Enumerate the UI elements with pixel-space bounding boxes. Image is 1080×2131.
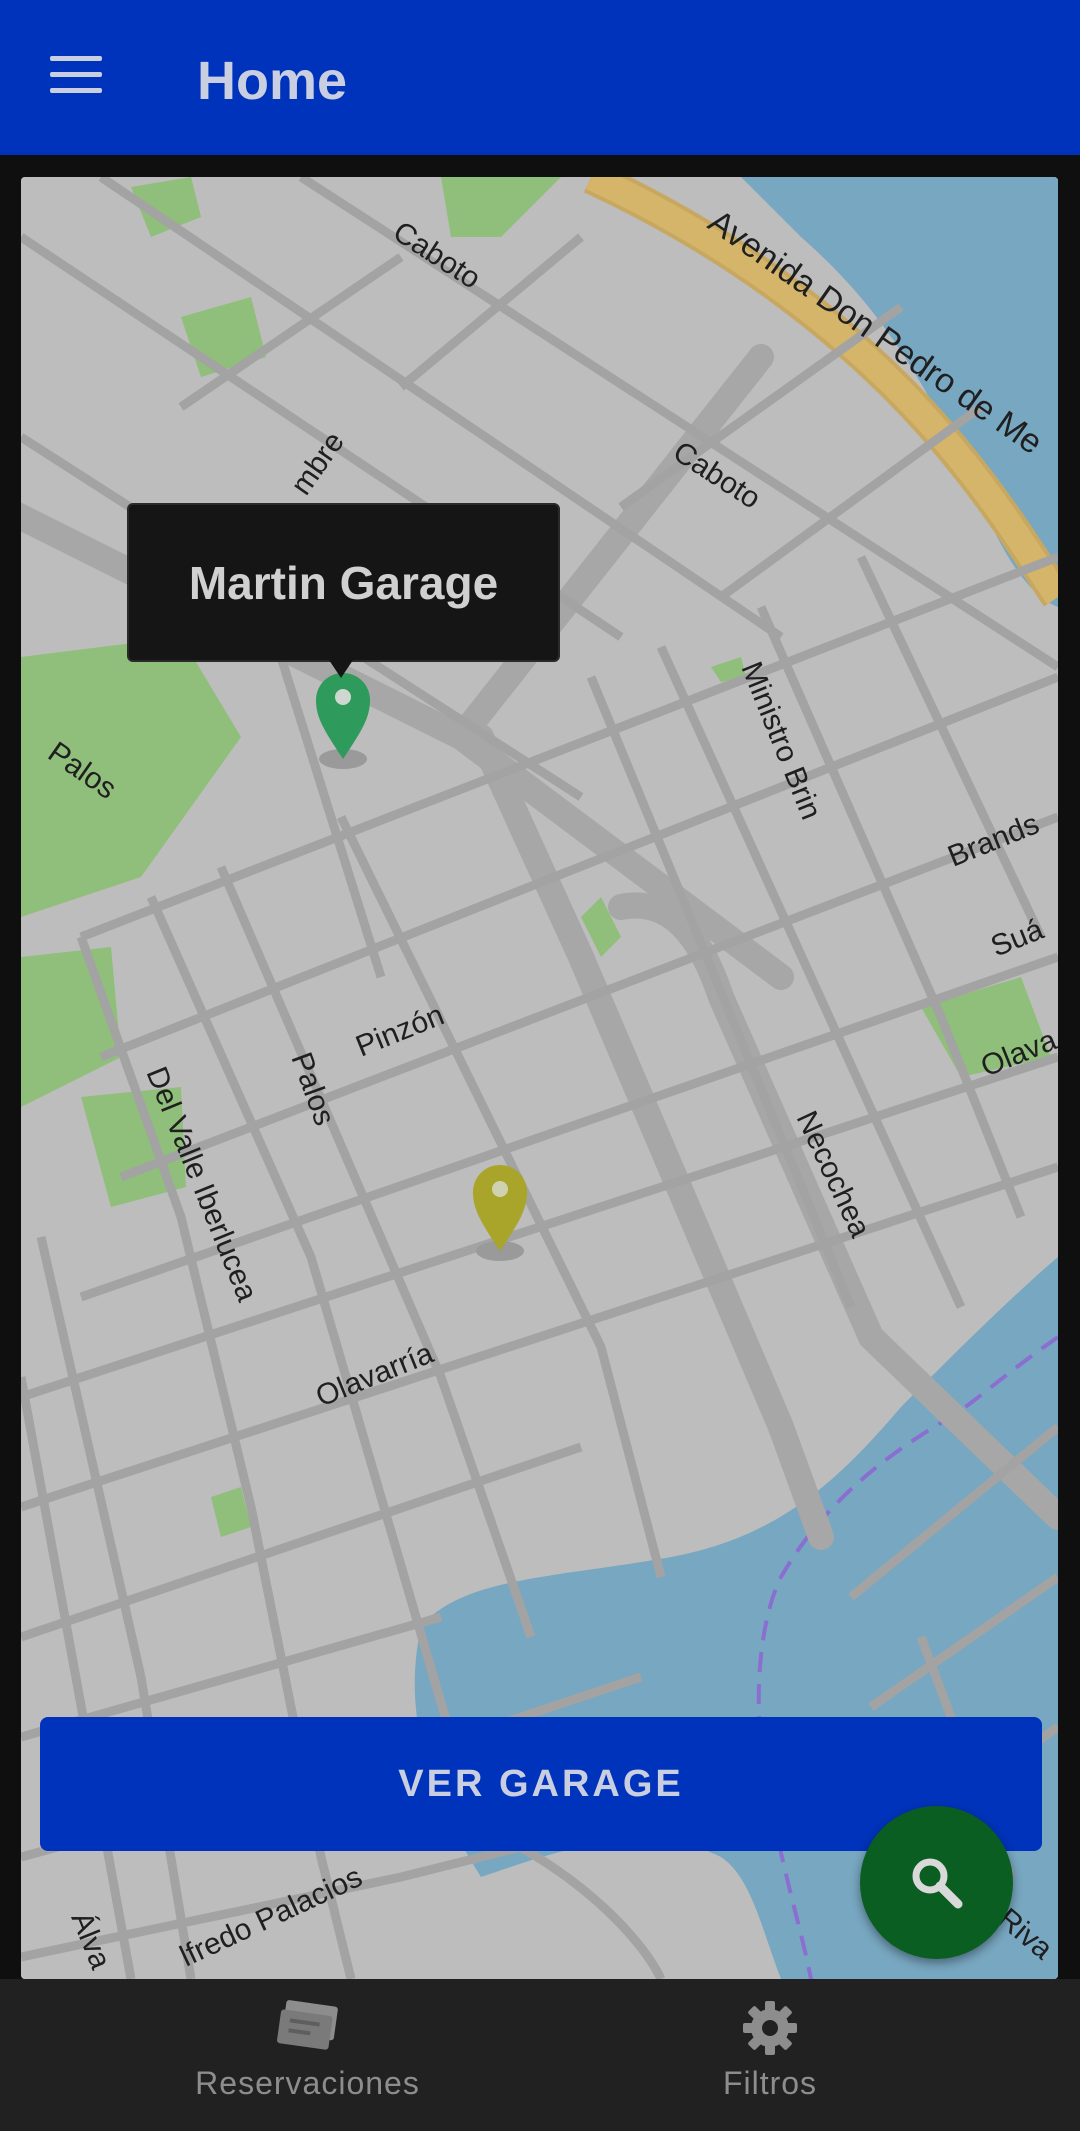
page-title: Home [197, 51, 348, 111]
nav-label: Filtros [722, 2065, 818, 2101]
tickets-icon [276, 2000, 338, 2050]
bottom-navigation: Reservaciones Filtros [0, 1979, 1080, 2131]
marker-tooltip[interactable]: Martin Garage [127, 503, 560, 678]
map-canvas: Caboto Avenida Don Pedro de Me mbre Cabo… [21, 177, 1058, 1979]
nav-label: Reservaciones [195, 2065, 420, 2101]
hamburger-menu-icon[interactable] [50, 56, 102, 96]
map-view[interactable]: Caboto Avenida Don Pedro de Me mbre Cabo… [21, 177, 1058, 1979]
nav-item-reservaciones[interactable]: Reservaciones [160, 1979, 455, 2131]
gear-icon [743, 2001, 797, 2055]
nav-item-filtros[interactable]: Filtros [670, 1979, 870, 2131]
search-icon [912, 1858, 962, 1908]
garage-marker-selected[interactable] [316, 673, 370, 769]
app-bar: Home [0, 0, 1080, 155]
garage-marker[interactable] [473, 1165, 527, 1261]
search-fab[interactable] [860, 1806, 1013, 1959]
